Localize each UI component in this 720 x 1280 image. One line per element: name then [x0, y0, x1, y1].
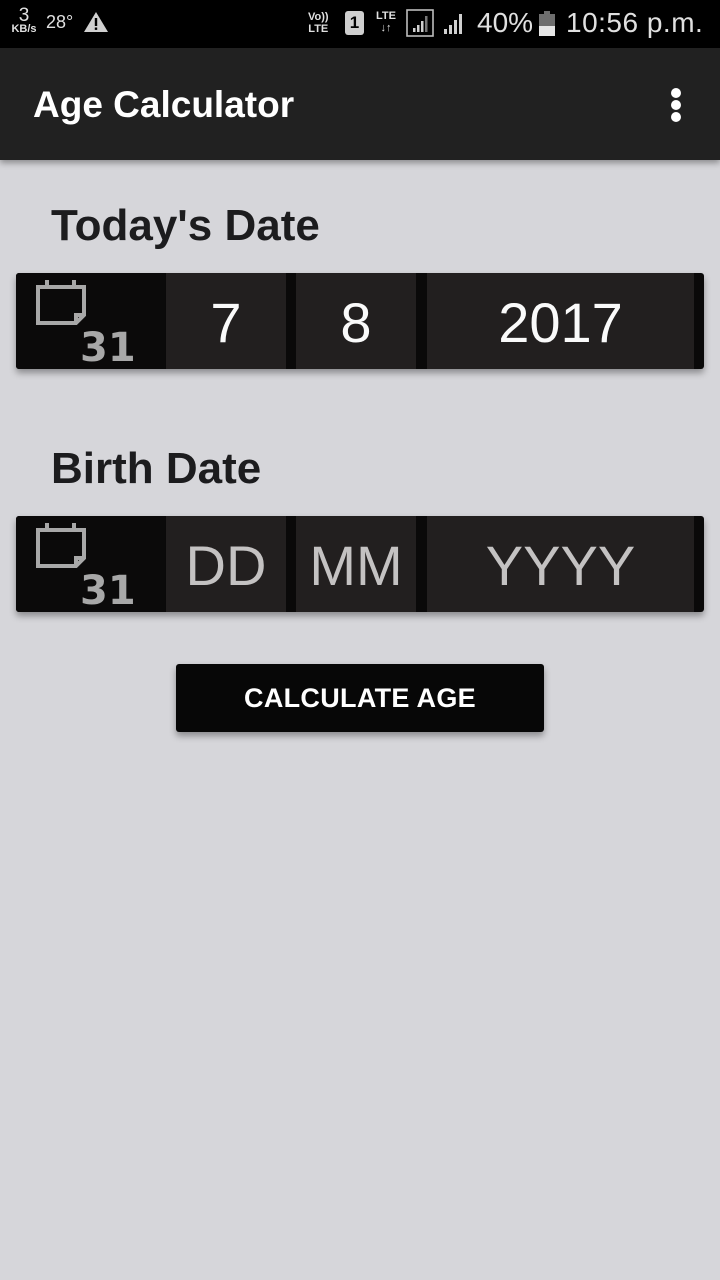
birth-date-calendar-button[interactable]: 31 — [16, 516, 165, 614]
birth-date-row: 31 DD MM YYYY — [16, 516, 704, 614]
warning-triangle-icon — [84, 12, 108, 32]
overflow-dot — [671, 88, 681, 98]
birth-day-field[interactable]: DD — [166, 516, 286, 612]
calendar-icon-text: 31 — [80, 568, 136, 612]
birth-year-field[interactable]: YYYY — [427, 516, 694, 612]
todays-day-field[interactable]: 7 — [166, 273, 286, 369]
volte-top: Vo)) — [308, 11, 329, 23]
todays-date-calendar-button[interactable]: 31 — [16, 273, 165, 371]
volte-bottom: LTE — [308, 23, 329, 35]
network-speed: 3 KB/s — [9, 6, 39, 35]
app-bar: Age Calculator — [0, 48, 720, 160]
birth-month-field[interactable]: MM — [296, 516, 416, 612]
battery-percent: 40% — [477, 7, 534, 38]
todays-date-row: 31 7 8 2017 — [16, 273, 704, 371]
signal-strength-sim2-icon — [444, 14, 462, 34]
lte-label: LTE — [376, 10, 396, 22]
todays-date-label: Today's Date — [51, 201, 320, 250]
sim-slot-icon: 1 — [345, 11, 364, 35]
calendar-31-icon: 31 — [36, 280, 136, 371]
volte-indicator: Vo)) LTE — [308, 11, 329, 35]
status-bar: 3 KB/s 28° Vo)) LTE 1 LTE ↓↑ 40% 10:56 p… — [0, 0, 720, 48]
overflow-dot — [671, 100, 681, 110]
battery-icon — [539, 11, 555, 36]
calculate-age-button[interactable]: CALCULATE AGE — [176, 664, 544, 732]
app-title: Age Calculator — [33, 84, 295, 125]
calendar-31-icon: 31 — [36, 523, 136, 614]
data-arrows-icon: ↓↑ — [380, 22, 392, 34]
more-vert-icon[interactable] — [660, 78, 692, 132]
temperature: 28° — [46, 12, 74, 32]
signal-strength-sim1-icon — [406, 9, 434, 37]
birth-date-label: Birth Date — [51, 444, 262, 493]
lte-data-indicator: LTE ↓↑ — [376, 10, 396, 34]
calendar-icon-text: 31 — [80, 325, 136, 369]
overflow-dot — [671, 112, 681, 122]
todays-month-field[interactable]: 8 — [296, 273, 416, 369]
clock: 10:56 p.m. — [566, 7, 704, 38]
network-speed-unit: KB/s — [11, 23, 37, 35]
todays-year-field[interactable]: 2017 — [427, 273, 694, 369]
